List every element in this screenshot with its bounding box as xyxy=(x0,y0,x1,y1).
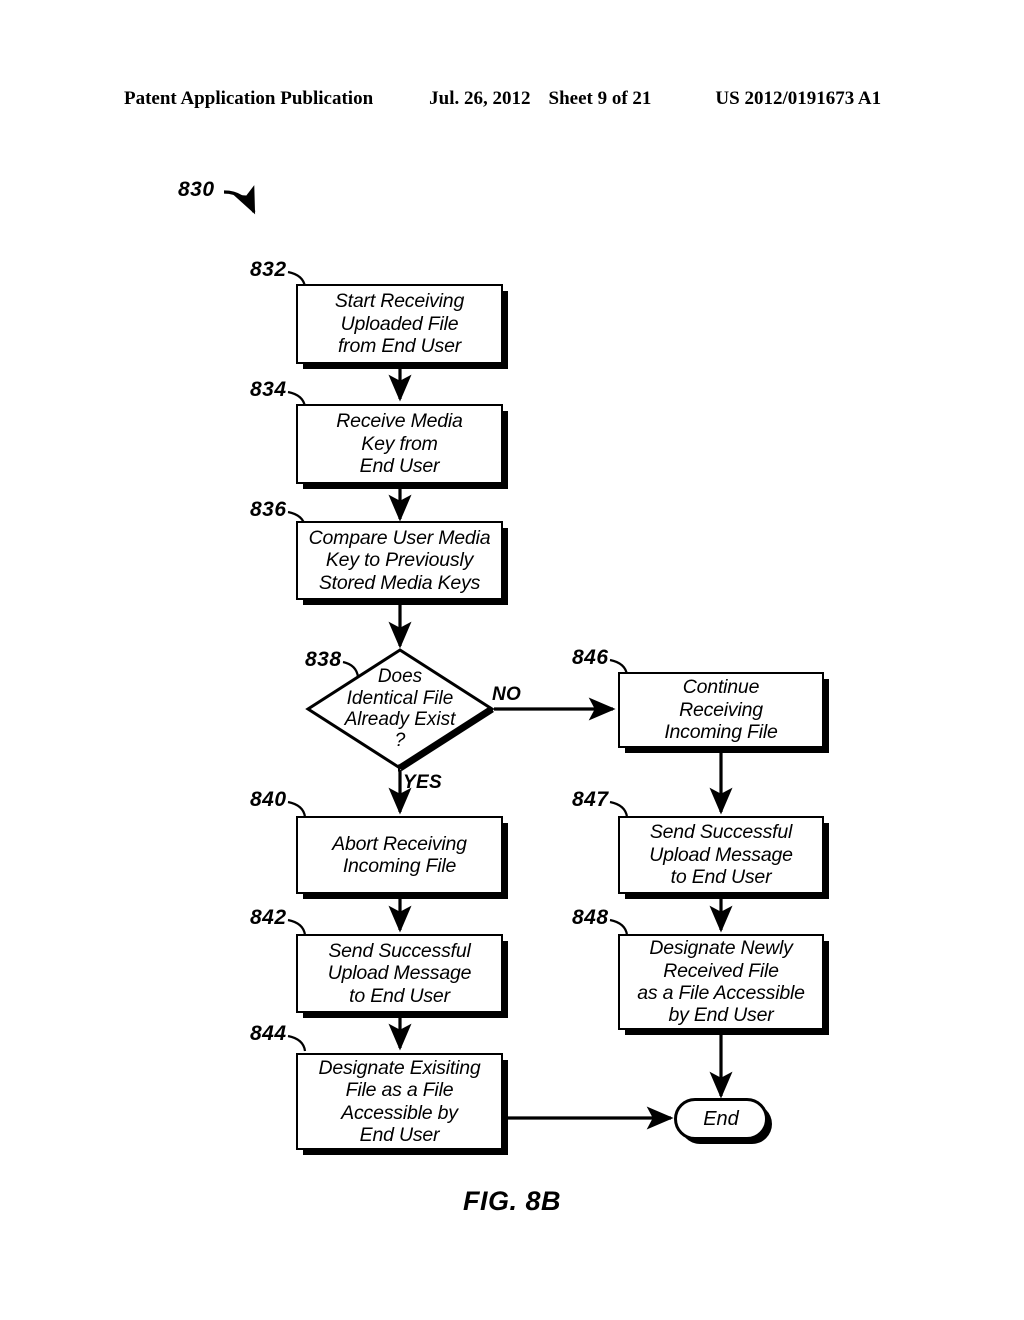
process-box-840[interactable]: Abort Receiving Incoming File xyxy=(296,816,503,894)
figure-caption: FIG. 8B xyxy=(462,1186,561,1216)
process-box-834[interactable]: Receive Media Key from End User xyxy=(296,404,503,484)
ref-leader-840 xyxy=(287,800,307,818)
ref-leader-844 xyxy=(287,1034,307,1052)
process-box-844-label: Designate Exisiting File as a File Acces… xyxy=(318,1056,481,1146)
ref-leader-848 xyxy=(609,918,629,936)
process-box-844[interactable]: Designate Exisiting File as a File Acces… xyxy=(296,1053,503,1150)
ref-numeral-838: 838 xyxy=(305,648,342,671)
process-box-842-label: Send Successful Upload Message to End Us… xyxy=(327,939,472,1007)
ref-numeral-832: 832 xyxy=(250,258,287,281)
process-box-846-label: Continue Receiving Incoming File xyxy=(664,676,778,744)
ref-numeral-836: 836 xyxy=(250,498,287,521)
terminal-end-label: End xyxy=(703,1107,739,1130)
process-box-834-label: Receive Media Key from End User xyxy=(336,410,463,478)
ref-numeral-840: 840 xyxy=(250,788,287,811)
ref-numeral-848: 848 xyxy=(572,906,609,929)
branch-label-yes: YES xyxy=(403,772,442,793)
ref-leader-842 xyxy=(287,918,307,936)
flowchart-drawing-surface xyxy=(0,0,1024,1320)
process-box-836[interactable]: Compare User Media Key to Previously Sto… xyxy=(296,521,503,600)
process-box-847-label: Send Successful Upload Message to End Us… xyxy=(649,821,793,889)
ref-numeral-847: 847 xyxy=(572,788,609,811)
process-box-848[interactable]: Designate Newly Received File as a File … xyxy=(618,934,824,1030)
process-box-840-label: Abort Receiving Incoming File xyxy=(332,832,467,877)
terminal-end[interactable]: End xyxy=(674,1098,768,1140)
ref-leader-847 xyxy=(609,800,629,818)
diagram-ref-830: 830 xyxy=(178,178,215,201)
branch-label-no: NO xyxy=(492,684,522,705)
ref-numeral-846: 846 xyxy=(572,646,609,669)
process-box-832-label: Start Receiving Uploaded File from End U… xyxy=(334,290,465,358)
process-box-842[interactable]: Send Successful Upload Message to End Us… xyxy=(296,934,503,1013)
process-box-848-label: Designate Newly Received File as a File … xyxy=(637,937,805,1027)
ref-numeral-834: 834 xyxy=(250,378,287,401)
diagram-ref-leader-830 xyxy=(223,185,256,215)
ref-numeral-844: 844 xyxy=(250,1022,287,1045)
ref-numeral-842: 842 xyxy=(250,906,287,929)
process-box-836-label: Compare User Media Key to Previously Sto… xyxy=(308,526,491,594)
process-box-832[interactable]: Start Receiving Uploaded File from End U… xyxy=(296,284,503,364)
process-box-846[interactable]: Continue Receiving Incoming File xyxy=(618,672,824,748)
process-box-847[interactable]: Send Successful Upload Message to End Us… xyxy=(618,816,824,894)
